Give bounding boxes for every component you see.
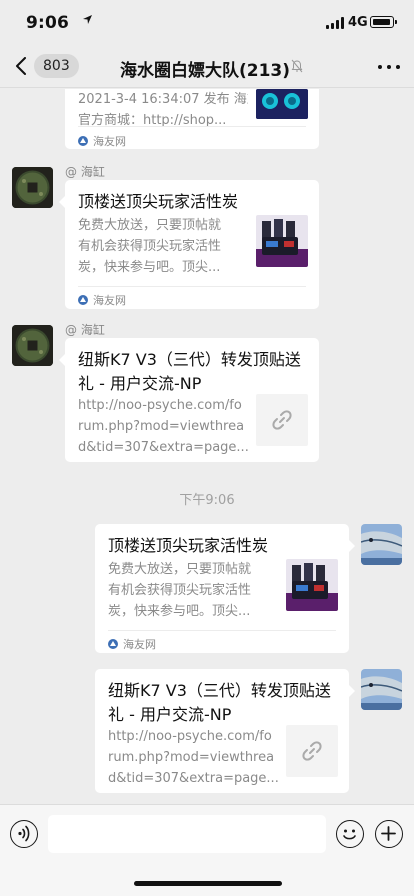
signal-icon: [326, 17, 344, 29]
unread-count-badge: 803: [34, 54, 79, 78]
card-thumbnail: [256, 215, 308, 267]
card-description: 免费大放送，只要顶帖就 有机会获得顶尖玩家活性 炭，快来参与吧。顶尖...: [78, 215, 248, 278]
network-type: 4G: [348, 15, 368, 30]
card-title: 纽斯K7 V3（三代）转发顶贴送礼 - 用户交流-NP: [78, 350, 301, 393]
card-desc-line: 炭，快来参与吧。顶尖...: [108, 604, 251, 619]
shared-link-card[interactable]: 顶楼送顶尖玩家活性炭 免费大放送，只要顶帖就 有机会获得顶尖玩家活性 炭，快来参…: [59, 180, 319, 309]
card-source-name: 海友网: [93, 294, 126, 307]
source-logo-icon: [108, 639, 118, 649]
card-title: 顶楼送顶尖玩家活性炭: [108, 536, 269, 555]
back-button[interactable]: 803: [10, 52, 79, 80]
location-arrow-icon: [83, 15, 92, 24]
card-source: 海友网: [108, 636, 156, 652]
card-desc-line: rum.php?mod=viewthrea: [78, 419, 245, 434]
card-thumbnail: [256, 89, 308, 119]
card-desc-line: 有机会获得顶尖玩家活性: [78, 239, 222, 254]
card-desc-line: d&tid=307&extra=page...: [108, 771, 279, 786]
emoji-button[interactable]: [336, 820, 364, 848]
card-description: http://noo-psyche.com/fo rum.php?mod=vie…: [78, 395, 263, 458]
card-desc-line: 2021-3-4 16:34:07 发布 海友网: [78, 92, 248, 107]
plus-button[interactable]: [375, 820, 403, 848]
card-source-name: 海友网: [93, 135, 126, 148]
voice-button[interactable]: [10, 820, 38, 848]
shared-link-card[interactable]: 顶楼送顶尖玩家活性炭 免费大放送，只要顶帖就 有机会获得顶尖玩家活性 炭，快来参…: [95, 524, 355, 653]
status-time: 9:06: [26, 13, 70, 33]
avatar[interactable]: [12, 325, 53, 366]
card-title: 顶楼送顶尖玩家活性炭: [78, 192, 239, 211]
card-desc-line: 免费大放送，只要顶帖就: [78, 218, 222, 233]
card-desc-line: 有机会获得顶尖玩家活性: [108, 583, 252, 598]
card-divider: [78, 126, 306, 127]
card-source-name: 海友网: [123, 638, 156, 651]
avatar[interactable]: [12, 167, 53, 208]
card-desc-line: rum.php?mod=viewthrea: [108, 750, 275, 765]
card-description: http://noo-psyche.com/fo rum.php?mod=vie…: [108, 726, 293, 789]
emoji-icon: [343, 829, 356, 840]
home-indicator: [134, 881, 282, 886]
plus-icon: [381, 826, 396, 841]
shared-link-card[interactable]: 2021-3-4 16:34:07 发布 海友网 官方商城：http://sho…: [65, 89, 319, 149]
link-preview: [286, 725, 338, 777]
more-options-button[interactable]: [376, 54, 402, 78]
card-desc-line: 炭，快来参与吧。顶尖...: [78, 260, 221, 275]
shared-link-card[interactable]: 纽斯K7 V3（三代）转发顶贴送礼 - 用户交流-NP http://noo-p…: [95, 669, 355, 793]
avatar[interactable]: [361, 669, 402, 710]
sender-name: @ 海缸: [65, 165, 105, 179]
card-desc-line: 免费大放送，只要顶帖就: [108, 562, 252, 577]
battery-icon: [370, 16, 397, 28]
card-source: 海友网: [78, 133, 126, 149]
status-bar: 9:06 4G: [0, 0, 414, 44]
source-logo-icon: [78, 295, 88, 305]
chat-title: 海水圈白嫖大队(213): [120, 61, 291, 81]
card-description: 2021-3-4 16:34:07 发布 海友网 官方商城：http://sho…: [78, 89, 248, 131]
link-icon: [302, 741, 322, 761]
card-desc-line: d&tid=307&extra=page...: [78, 440, 249, 455]
message-list[interactable]: 2021-3-4 16:34:07 发布 海友网 官方商城：http://sho…: [0, 89, 414, 804]
card-source: 海友网: [78, 292, 126, 308]
card-description: 免费大放送，只要顶帖就 有机会获得顶尖玩家活性 炭，快来参与吧。顶尖...: [108, 559, 278, 622]
card-divider: [78, 286, 306, 287]
message-timestamp: 下午9:06: [179, 493, 235, 508]
sender-name: @ 海缸: [65, 323, 105, 337]
card-divider: [108, 630, 336, 631]
input-bar: [0, 804, 414, 896]
bell-slash-icon: [291, 59, 303, 73]
message-input[interactable]: [48, 815, 326, 853]
card-thumbnail: [286, 559, 338, 611]
card-desc-line: http://noo-psyche.com/fo: [78, 398, 242, 413]
card-desc-line: http://noo-psyche.com/fo: [108, 729, 272, 744]
card-desc-line: 官方商城：http://shop...: [78, 113, 227, 128]
source-logo-icon: [78, 136, 88, 146]
shared-link-card[interactable]: 纽斯K7 V3（三代）转发顶贴送礼 - 用户交流-NP http://noo-p…: [59, 338, 319, 462]
card-title: 纽斯K7 V3（三代）转发顶贴送礼 - 用户交流-NP: [108, 681, 331, 724]
link-icon: [272, 410, 292, 430]
chat-header: 803 海水圈白嫖大队(213): [0, 44, 414, 88]
avatar[interactable]: [361, 524, 402, 565]
chevron-left-icon: [16, 57, 26, 75]
link-preview: [256, 394, 308, 446]
voice-icon: [18, 825, 30, 842]
